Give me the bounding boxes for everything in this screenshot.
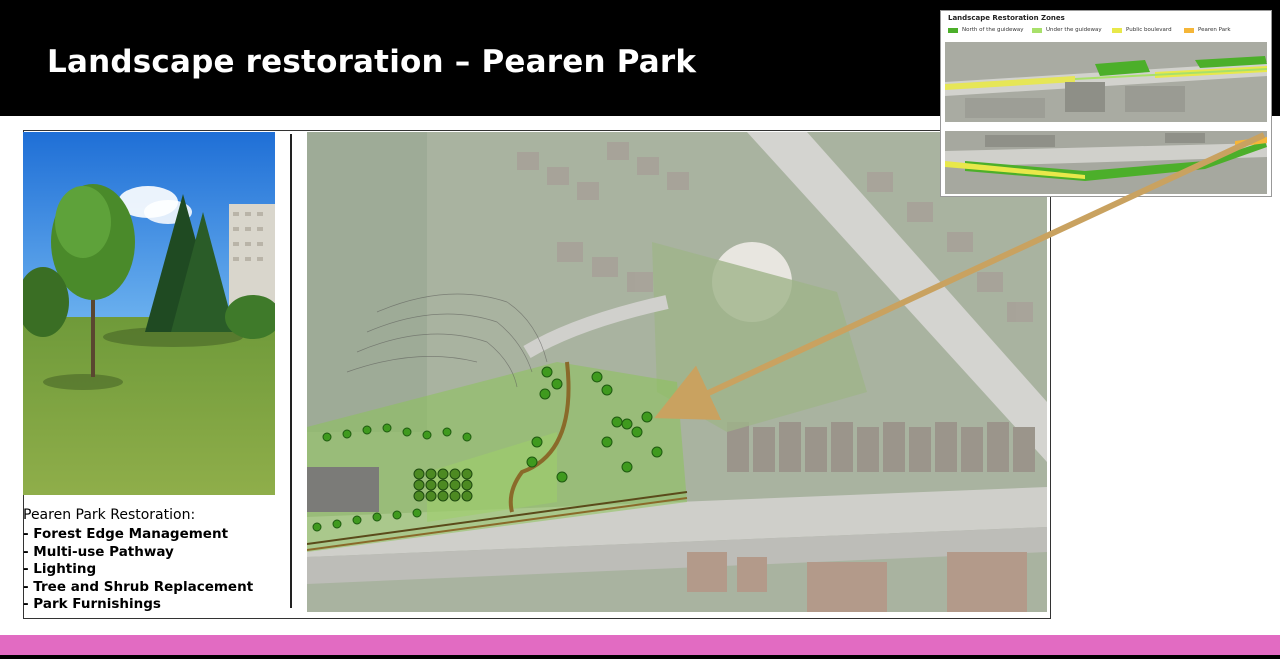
legend-swatch <box>948 27 958 33</box>
slide-title: Landscape restoration – Pearen Park <box>47 44 697 80</box>
site-plan-aerial <box>307 132 1047 612</box>
restoration-heading: Pearen Park Restoration: <box>23 507 196 523</box>
restoration-zones-inset: Landscape Restoration Zones North of the… <box>940 10 1272 197</box>
legend-item: Under the guideway <box>1032 27 1102 33</box>
inset-legend: North of the guideway Under the guideway… <box>948 27 1268 37</box>
restoration-item: - Multi-use Pathway <box>23 543 174 560</box>
inset-map-east <box>945 42 1267 122</box>
legend-swatch <box>1032 27 1042 33</box>
legend-swatch <box>1184 27 1194 33</box>
restoration-item: - Forest Edge Management <box>23 526 229 542</box>
legend-swatch <box>1112 27 1122 33</box>
legend-label: Pearen Park <box>1198 27 1231 33</box>
inset-title: Landscape Restoration Zones <box>948 14 1065 22</box>
legend-item: North of the guideway <box>948 27 1023 33</box>
legend-label: Public boulevard <box>1126 27 1172 33</box>
park-photo <box>23 132 275 495</box>
legend-label: North of the guideway <box>962 27 1024 33</box>
legend-item: Pearen Park <box>1184 27 1231 33</box>
bottom-edge <box>0 655 1280 659</box>
accent-bar <box>0 635 1280 655</box>
restoration-item: - Tree and Shrub Replacement <box>23 578 254 595</box>
restoration-items: - Forest Edge Management - Multi-use Pat… <box>23 526 283 614</box>
restoration-item: - Park Furnishings <box>23 596 161 613</box>
restoration-item: - Lighting <box>23 561 97 578</box>
legend-label: Under the guideway <box>1046 27 1102 33</box>
inset-map-west <box>945 131 1267 194</box>
restoration-list: Pearen Park Restoration: - Forest Edge M… <box>23 506 283 614</box>
vertical-divider <box>290 134 292 608</box>
legend-item: Public boulevard <box>1112 27 1172 33</box>
